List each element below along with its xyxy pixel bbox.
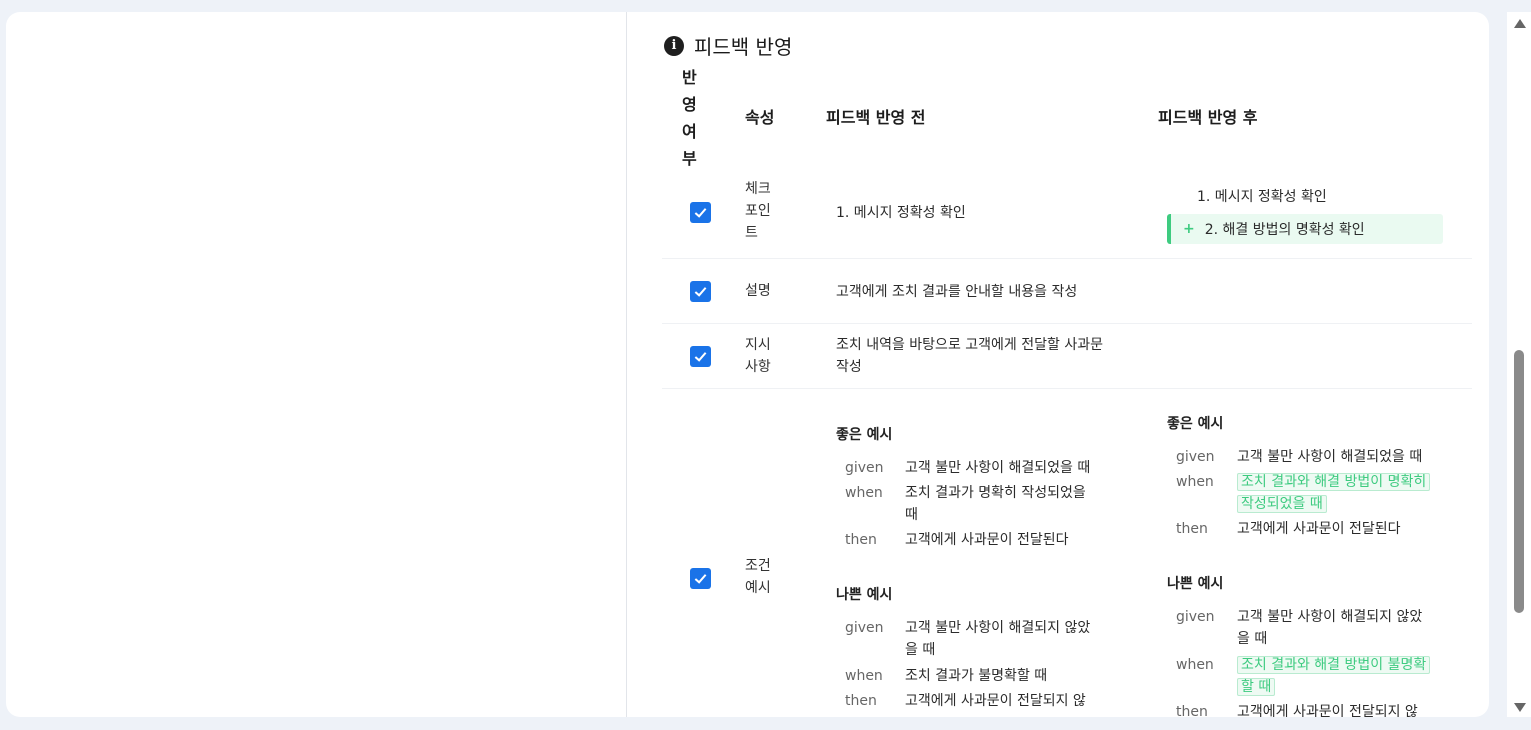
after-bad-title: 나쁜 예시	[1167, 576, 1224, 592]
header-applied: 반 영 여 부	[682, 68, 697, 168]
check-icon	[694, 352, 707, 362]
row-checkbox-checkpoint[interactable]	[690, 202, 711, 223]
before-bad-then-kw: then	[845, 693, 877, 709]
after-bad-when: 조치 결과와 해결 방법이 불명확할 때	[1237, 656, 1431, 696]
before-good-given-kw: given	[845, 460, 884, 476]
check-icon	[694, 574, 707, 584]
before-bad-when: 조치 결과가 불명확할 때	[905, 668, 1048, 684]
row-divider	[662, 258, 1472, 259]
after-good-when-highlight: 조치 결과와 해결 방법이 명확히 작성되었을 때	[1237, 471, 1433, 515]
section-title: 피드백 반영	[694, 35, 793, 59]
added-line: + 2. 해결 방법의 명확성 확인	[1167, 214, 1443, 244]
scroll-down-arrow-icon[interactable]	[1514, 703, 1526, 712]
info-icon: i	[664, 35, 684, 56]
after-bad-then: 고객에게 사과문이 전달되지 않	[1237, 704, 1418, 717]
after-good-when-kw: when	[1176, 474, 1214, 490]
after-good-given: 고객 불만 사항이 해결되었을 때	[1237, 449, 1423, 465]
before-good-when: 조치 결과가 명확히 작성되었을 때	[905, 485, 1086, 523]
after-bad-then-kw: then	[1176, 704, 1208, 717]
added-line-text: 2. 해결 방법의 명확성 확인	[1204, 222, 1365, 238]
scrollbar[interactable]	[1507, 12, 1531, 717]
check-icon	[694, 208, 707, 218]
before-bad-when-kw: when	[845, 668, 883, 684]
before-bad-then: 고객에게 사과문이 전달되지 않	[905, 693, 1086, 709]
row-attribute-examples: 조건 예시	[745, 558, 771, 596]
before-bad-given: 고객 불만 사항이 해결되지 않았을 때	[905, 620, 1091, 658]
row-attribute-instructions: 지시 사항	[745, 337, 771, 375]
row-before-checkpoint: 1. 메시지 정확성 확인	[836, 205, 966, 221]
after-good-given-kw: given	[1176, 449, 1215, 465]
after-bad-given: 고객 불만 사항이 해결되지 않았을 때	[1237, 609, 1423, 647]
row-attribute-description: 설명	[745, 283, 771, 299]
row-after-checkpoint: 1. 메시지 정확성 확인	[1197, 189, 1327, 205]
row-checkbox-description[interactable]	[690, 281, 711, 302]
row-checkbox-instructions[interactable]	[690, 346, 711, 367]
after-good-when: 조치 결과와 해결 방법이 명확히 작성되었을 때	[1237, 473, 1431, 513]
before-good-then-kw: then	[845, 532, 877, 548]
section-header: i 피드백 반영	[664, 31, 792, 60]
header-before: 피드백 반영 전	[826, 108, 926, 127]
after-bad-when-highlight: 조치 결과와 해결 방법이 불명확할 때	[1237, 654, 1433, 698]
before-good-title: 좋은 예시	[836, 427, 893, 443]
after-good-then-kw: then	[1176, 521, 1208, 537]
feedback-panel: i 피드백 반영 반 영 여 부 속성 피드백 반영 전 피드백 반영 후 체크…	[628, 12, 1489, 717]
check-icon	[694, 287, 707, 297]
scrollbar-thumb[interactable]	[1514, 350, 1524, 613]
row-divider	[662, 388, 1472, 389]
left-pane	[6, 12, 627, 717]
header-after: 피드백 반영 후	[1158, 108, 1258, 127]
row-divider	[662, 323, 1472, 324]
main-card: i 피드백 반영 반 영 여 부 속성 피드백 반영 전 피드백 반영 후 체크…	[6, 12, 1489, 717]
before-good-given: 고객 불만 사항이 해결되었을 때	[905, 460, 1091, 476]
row-checkbox-examples[interactable]	[690, 568, 711, 589]
scroll-up-arrow-icon[interactable]	[1514, 19, 1526, 28]
before-good-then: 고객에게 사과문이 전달된다	[905, 532, 1069, 548]
before-bad-given-kw: given	[845, 620, 884, 636]
after-bad-given-kw: given	[1176, 609, 1215, 625]
before-bad-title: 나쁜 예시	[836, 587, 893, 603]
row-attribute-checkpoint: 체크 포인 트	[745, 181, 771, 241]
row-before-instructions: 조치 내역을 바탕으로 고객에게 전달할 사과문 작성	[836, 337, 1103, 375]
after-good-then: 고객에게 사과문이 전달된다	[1237, 521, 1401, 537]
row-before-description: 고객에게 조치 결과를 안내할 내용을 작성	[836, 284, 1078, 300]
after-good-title: 좋은 예시	[1167, 416, 1224, 432]
after-bad-when-kw: when	[1176, 657, 1214, 673]
plus-icon: +	[1183, 221, 1195, 237]
before-good-when-kw: when	[845, 485, 883, 501]
header-attribute: 속성	[745, 108, 775, 127]
